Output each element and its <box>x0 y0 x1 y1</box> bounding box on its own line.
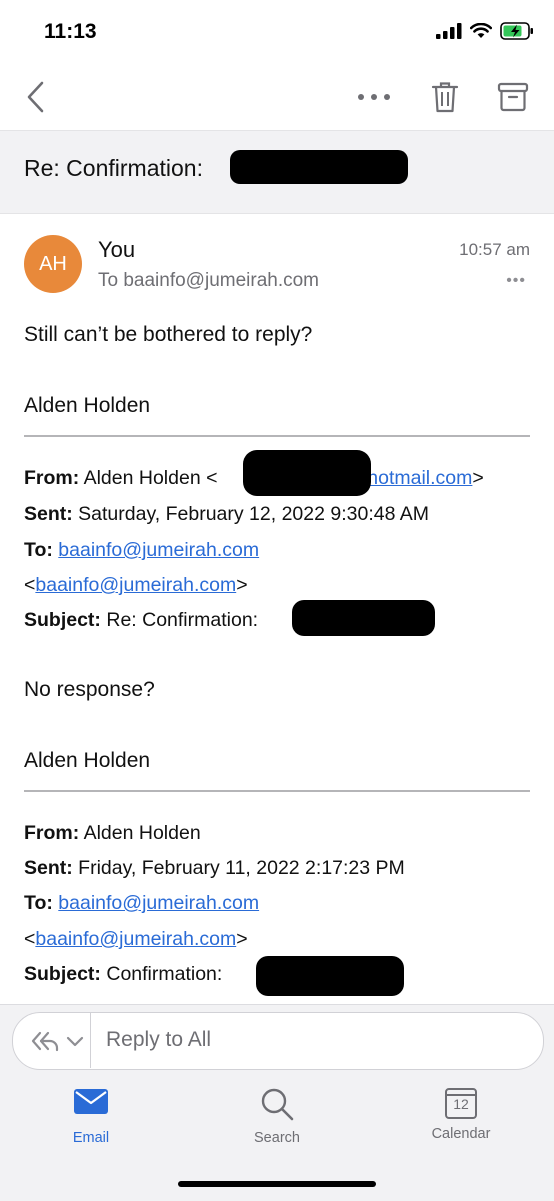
quote-to-line-2: <baainfo@jumeirah.com> <box>24 574 248 597</box>
tab-search[interactable]: Search <box>222 1086 332 1146</box>
subject-value: Re: Confirmation: <box>100 609 259 631</box>
status-icons <box>436 22 534 40</box>
to-email-link[interactable]: baainfo@jumeirah.com <box>35 928 236 950</box>
quote-to-line: To: baainfo@jumeirah.com <box>24 892 259 915</box>
message-time: 10:57 am <box>459 240 530 259</box>
quote-to-line-2: <baainfo@jumeirah.com> <box>24 928 248 951</box>
avatar[interactable]: AH <box>24 235 82 293</box>
reply-field[interactable] <box>12 1012 544 1070</box>
from-label: From: <box>24 822 80 844</box>
recipient-line[interactable]: To baainfo@jumeirah.com <box>98 270 319 292</box>
archive-icon[interactable] <box>496 80 530 114</box>
to-open: < <box>24 928 36 950</box>
body-line: Still can’t be bothered to reply? <box>24 323 313 346</box>
tab-label: Calendar <box>431 1126 491 1142</box>
battery-charging-icon <box>500 22 533 40</box>
redaction-mark <box>243 450 371 496</box>
subject-label: Subject: <box>24 609 101 631</box>
message-more-icon[interactable]: ••• <box>506 272 526 290</box>
calendar-day: 12 <box>453 1096 469 1112</box>
back-chevron-icon[interactable] <box>22 80 52 114</box>
quote-subject-line: Subject: Re: Confirmation: <box>24 609 258 632</box>
search-icon <box>261 1088 294 1121</box>
redaction-mark <box>256 956 404 996</box>
to-close: > <box>236 928 248 950</box>
quote-from-line: From: Alden Holden <box>24 822 201 845</box>
quote-subject-line: Subject: Confirmation: <box>24 963 222 986</box>
home-indicator[interactable] <box>178 1181 376 1187</box>
email-subject: Re: Confirmation: <box>24 155 203 181</box>
tab-email[interactable]: Email <box>36 1086 146 1146</box>
calendar-icon: 12 <box>444 1086 478 1120</box>
sent-label: Sent: <box>24 503 73 525</box>
from-label: From: <box>24 467 80 489</box>
reply-separator <box>90 1013 91 1068</box>
tab-label: Search <box>254 1130 300 1146</box>
more-horizontal-icon[interactable] <box>356 86 392 108</box>
from-close: > <box>472 467 484 489</box>
to-label: To: <box>24 892 53 914</box>
to-close: > <box>236 574 248 596</box>
cellular-signal-icon <box>436 23 462 39</box>
to-email-link[interactable]: baainfo@jumeirah.com <box>58 539 259 561</box>
to-email-link[interactable]: baainfo@jumeirah.com <box>35 574 236 596</box>
sender-name: You <box>98 237 136 262</box>
subject-value: Confirmation: <box>100 963 223 985</box>
reply-all-icon[interactable] <box>30 1028 90 1054</box>
quote-sent-line: Sent: Saturday, February 12, 2022 9:30:4… <box>24 503 429 526</box>
wifi-icon <box>470 23 492 38</box>
tab-calendar[interactable]: 12 Calendar <box>406 1086 516 1142</box>
sent-value: Friday, February 11, 2022 2:17:23 PM <box>72 857 405 879</box>
redaction-mark <box>230 150 408 184</box>
divider <box>24 790 530 792</box>
divider <box>24 435 530 437</box>
body-line: No response? <box>24 678 155 701</box>
to-label: To: <box>24 539 53 561</box>
quote-sent-line: Sent: Friday, February 11, 2022 2:17:23 … <box>24 857 405 880</box>
status-time: 11:13 <box>44 20 97 43</box>
sent-value: Saturday, February 12, 2022 9:30:48 AM <box>72 503 430 525</box>
envelope-icon <box>74 1089 108 1114</box>
subject-label: Subject: <box>24 963 101 985</box>
to-open: < <box>24 574 36 596</box>
from-name: Alden Holden <box>79 822 201 844</box>
reply-placeholder[interactable]: Reply to All <box>106 1028 211 1052</box>
redaction-mark <box>292 600 435 636</box>
tab-label: Email <box>72 1130 110 1146</box>
from-name: Alden Holden < <box>79 467 218 489</box>
trash-icon[interactable] <box>430 80 460 114</box>
signature: Alden Holden <box>24 749 151 772</box>
sent-label: Sent: <box>24 857 73 879</box>
signature: Alden Holden <box>24 394 151 417</box>
to-email-link[interactable]: baainfo@jumeirah.com <box>58 892 259 914</box>
quote-to-line: To: baainfo@jumeirah.com <box>24 539 259 562</box>
